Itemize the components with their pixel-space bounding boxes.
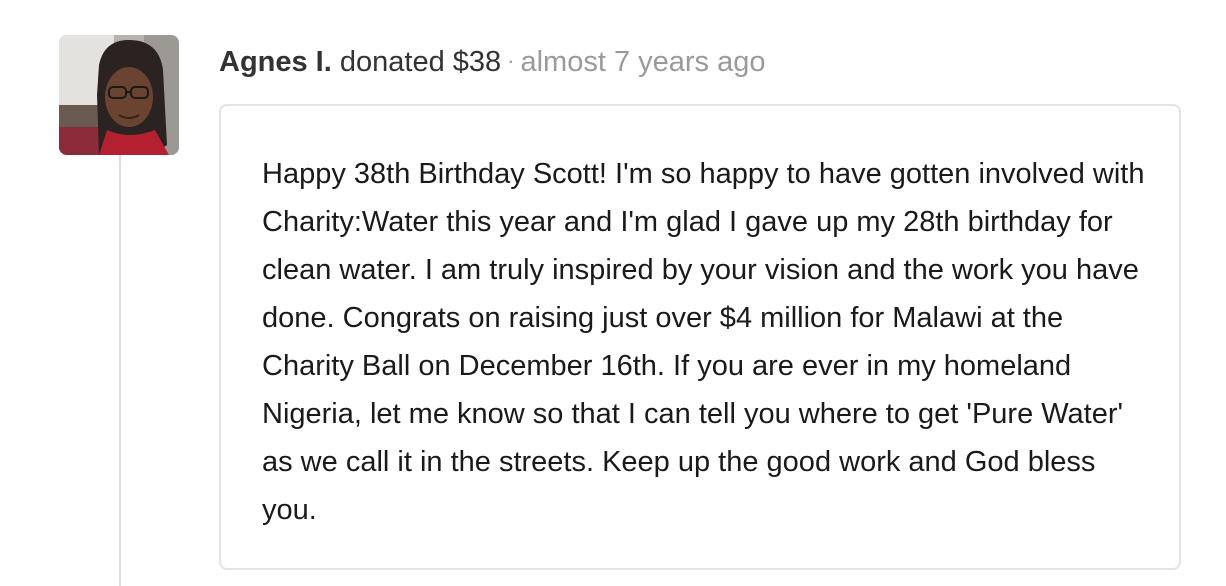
donation-timestamp: almost 7 years ago — [520, 46, 766, 78]
donor-name[interactable]: Agnes I. — [219, 46, 332, 78]
donation-header: Agnes I. donated $38 · almost 7 years ago — [219, 40, 766, 84]
avatar[interactable] — [59, 35, 179, 155]
separator-dot: · — [507, 48, 515, 73]
donation-message-card: Happy 38th Birthday Scott! I'm so happy … — [219, 104, 1181, 570]
donation-amount-text: donated $38 — [339, 46, 502, 78]
avatar-photo — [59, 35, 179, 155]
donation-feed-item: Agnes I. donated $38 · almost 7 years ago … — [0, 0, 1226, 586]
donation-message: Happy 38th Birthday Scott! I'm so happy … — [262, 158, 1145, 526]
timeline-line — [119, 150, 121, 586]
